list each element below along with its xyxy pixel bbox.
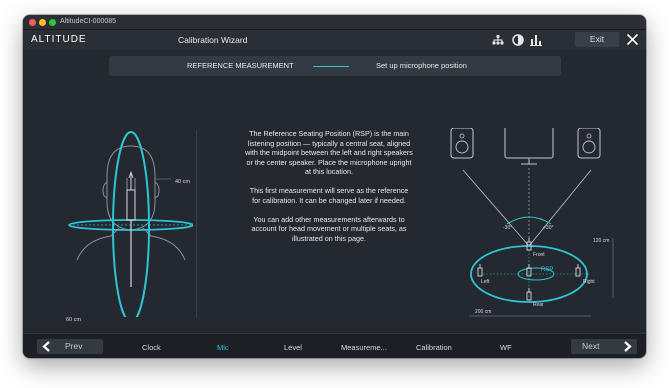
exit-button[interactable]: Exit: [575, 32, 619, 47]
window-titlebar: AltitudeCI-000085: [23, 15, 646, 30]
angle-left-label: -30°: [503, 225, 512, 231]
bar-chart-icon[interactable]: [529, 33, 543, 47]
instruction-paragraph-2: This first measurement will serve as the…: [249, 186, 409, 205]
half-moon-icon[interactable]: [511, 33, 525, 47]
window-close-button[interactable]: [29, 18, 36, 26]
window-title: AltitudeCI-000085: [60, 18, 117, 25]
step-banner: REFERENCE MEASUREMENT Set up microphone …: [109, 56, 561, 76]
window-maximize-button[interactable]: [49, 18, 56, 26]
angle-right-label: +30°: [543, 225, 553, 231]
rear-position-label: Rear: [533, 302, 544, 308]
height-dimension-label: 40 cm: [175, 179, 190, 185]
left-speaker-icon: [450, 128, 474, 159]
step-clock[interactable]: Clock: [142, 343, 161, 353]
depth-dimension-label: 120 cm: [593, 238, 609, 244]
right-position-label: Right: [583, 279, 595, 285]
step-mic[interactable]: Mic: [217, 343, 229, 353]
app-window: AltitudeCI-000085 ALTITUDE Calibration W…: [23, 15, 646, 358]
prev-label: Prev: [65, 341, 83, 351]
step-calibration[interactable]: Calibration: [416, 343, 452, 353]
window-minimize-button[interactable]: [39, 18, 46, 26]
page-title: Calibration Wizard: [178, 35, 248, 45]
prev-button[interactable]: Prev: [37, 339, 103, 354]
next-button[interactable]: Next: [571, 339, 637, 354]
screen-icon: [504, 128, 554, 165]
instruction-paragraph-3: You can add other measurements afterward…: [251, 214, 407, 243]
head-microphone-diagram: [68, 131, 193, 317]
rsp-label: RSP: [541, 267, 553, 273]
step-name: REFERENCE MEASUREMENT: [187, 61, 294, 70]
width-dimension-label: 60 cm: [66, 317, 81, 323]
wizard-navigation: Prev Clock Mic Level Measureme... Calibr…: [23, 333, 646, 358]
left-divider: [196, 130, 197, 318]
instruction-paragraph-1: The Reference Seating Position (RSP) is …: [245, 129, 413, 176]
right-speaker-icon: [577, 128, 601, 159]
network-icon[interactable]: [491, 33, 505, 47]
room-layout-diagram: -30° +30° Front Left Right Rear RSP 120 …: [450, 128, 614, 317]
left-position-label: Left: [481, 279, 490, 285]
chevron-right-icon: [624, 341, 632, 352]
close-icon[interactable]: [626, 33, 639, 46]
main-content: 40 cm 60 cm The Reference Seating Positi…: [23, 80, 646, 328]
step-instruction: Set up microphone position: [376, 61, 467, 70]
step-level[interactable]: Level: [284, 343, 302, 353]
step-separator: [313, 65, 349, 67]
chevron-left-icon: [42, 341, 50, 352]
next-label: Next: [582, 341, 600, 351]
app-logo: ALTITUDE: [31, 34, 87, 45]
step-wf[interactable]: WF: [500, 343, 512, 353]
step-measurement[interactable]: Measureme...: [341, 343, 387, 353]
instructions-text: The Reference Seating Position (RSP) is …: [245, 129, 413, 253]
front-position-label: Front: [533, 252, 545, 258]
app-header: ALTITUDE Calibration Wizard Exit: [23, 30, 646, 50]
width-dimension-label: 200 cm: [475, 309, 491, 315]
